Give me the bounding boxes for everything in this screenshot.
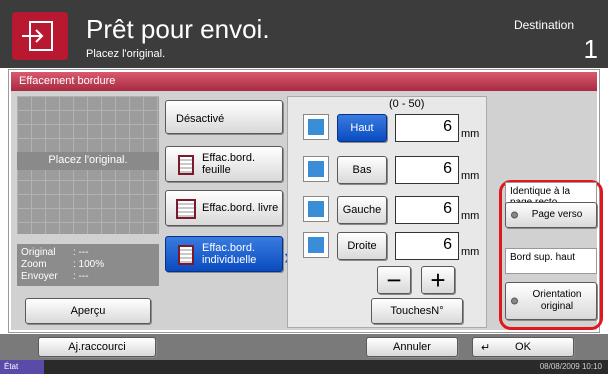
bottom-margin-unit: mm [461, 170, 480, 182]
binding-label: Bord sup. haut [505, 248, 597, 274]
destination-count: 1 [583, 34, 598, 64]
ok-button[interactable]: ↵ OK [472, 337, 574, 357]
border-erase-panel: Effacement bordure Placez l'original. Or… [8, 69, 603, 333]
option-off-button[interactable]: Désactivé [165, 100, 283, 134]
left-margin-unit: mm [461, 210, 480, 222]
option-individual-erase-button[interactable]: Effac.bord. individuelle [165, 236, 283, 272]
add-shortcut-button[interactable]: Aj.raccourci [38, 337, 156, 357]
option-sheet-erase-button[interactable]: Effac.bord. feuille [165, 146, 283, 182]
info-send: Envoyer: --- [21, 271, 89, 282]
bottom-margin-button[interactable]: Bas [337, 156, 387, 184]
book-erase-icon [176, 199, 196, 219]
status-bar: État 08/08/2009 10:10 [0, 360, 608, 374]
status-label: État [0, 360, 44, 374]
preview-label: Placez l'original. [17, 152, 159, 170]
increase-button[interactable]: + [421, 266, 455, 294]
top-margin-icon [303, 114, 329, 140]
job-info: Original: --- Zoom: 100% Envoyer: --- [17, 244, 159, 286]
top-margin-button[interactable]: Haut [337, 114, 387, 142]
page-subtitle: Placez l'original. [86, 48, 166, 60]
numeric-keys-button[interactable]: TouchesN° [371, 298, 463, 324]
top-margin-value[interactable]: 6 [395, 114, 459, 142]
original-orientation-button[interactable]: Orientation original [505, 282, 597, 320]
left-margin-button[interactable]: Gauche [337, 196, 387, 224]
right-margin-value[interactable]: 6 [395, 232, 459, 260]
decrease-button[interactable]: − [377, 266, 411, 294]
right-margin-unit: mm [461, 246, 480, 258]
bottom-bar: Aj.raccourci Annuler ↵ OK [0, 334, 608, 360]
right-margin-icon [303, 232, 329, 258]
cancel-button[interactable]: Annuler [366, 337, 458, 357]
bottom-margin-value[interactable]: 6 [395, 156, 459, 184]
info-zoom: Zoom: 100% [21, 259, 105, 270]
page-title: Prêt pour envoi. [86, 14, 270, 44]
sheet-erase-icon [178, 155, 194, 175]
option-book-erase-button[interactable]: Effac.bord. livre [165, 190, 283, 226]
info-original: Original: --- [21, 247, 89, 258]
left-margin-icon [303, 196, 329, 222]
range-label: (0 - 50) [389, 98, 425, 110]
bottom-margin-icon [303, 156, 329, 182]
panel-title: Effacement bordure [11, 72, 597, 91]
destination-label: Destination [513, 18, 574, 32]
top-margin-unit: mm [461, 128, 480, 140]
back-page-button[interactable]: Page verso [505, 202, 597, 228]
header-bar: Prêt pour envoi. Placez l'original. Dest… [0, 0, 608, 68]
left-margin-value[interactable]: 6 [395, 196, 459, 224]
individual-erase-icon [178, 245, 194, 265]
preview-button[interactable]: Aperçu [25, 298, 151, 324]
send-icon [12, 12, 68, 60]
date-time: 08/08/2009 10:10 [539, 362, 602, 371]
right-margin-button[interactable]: Droite [337, 232, 387, 260]
